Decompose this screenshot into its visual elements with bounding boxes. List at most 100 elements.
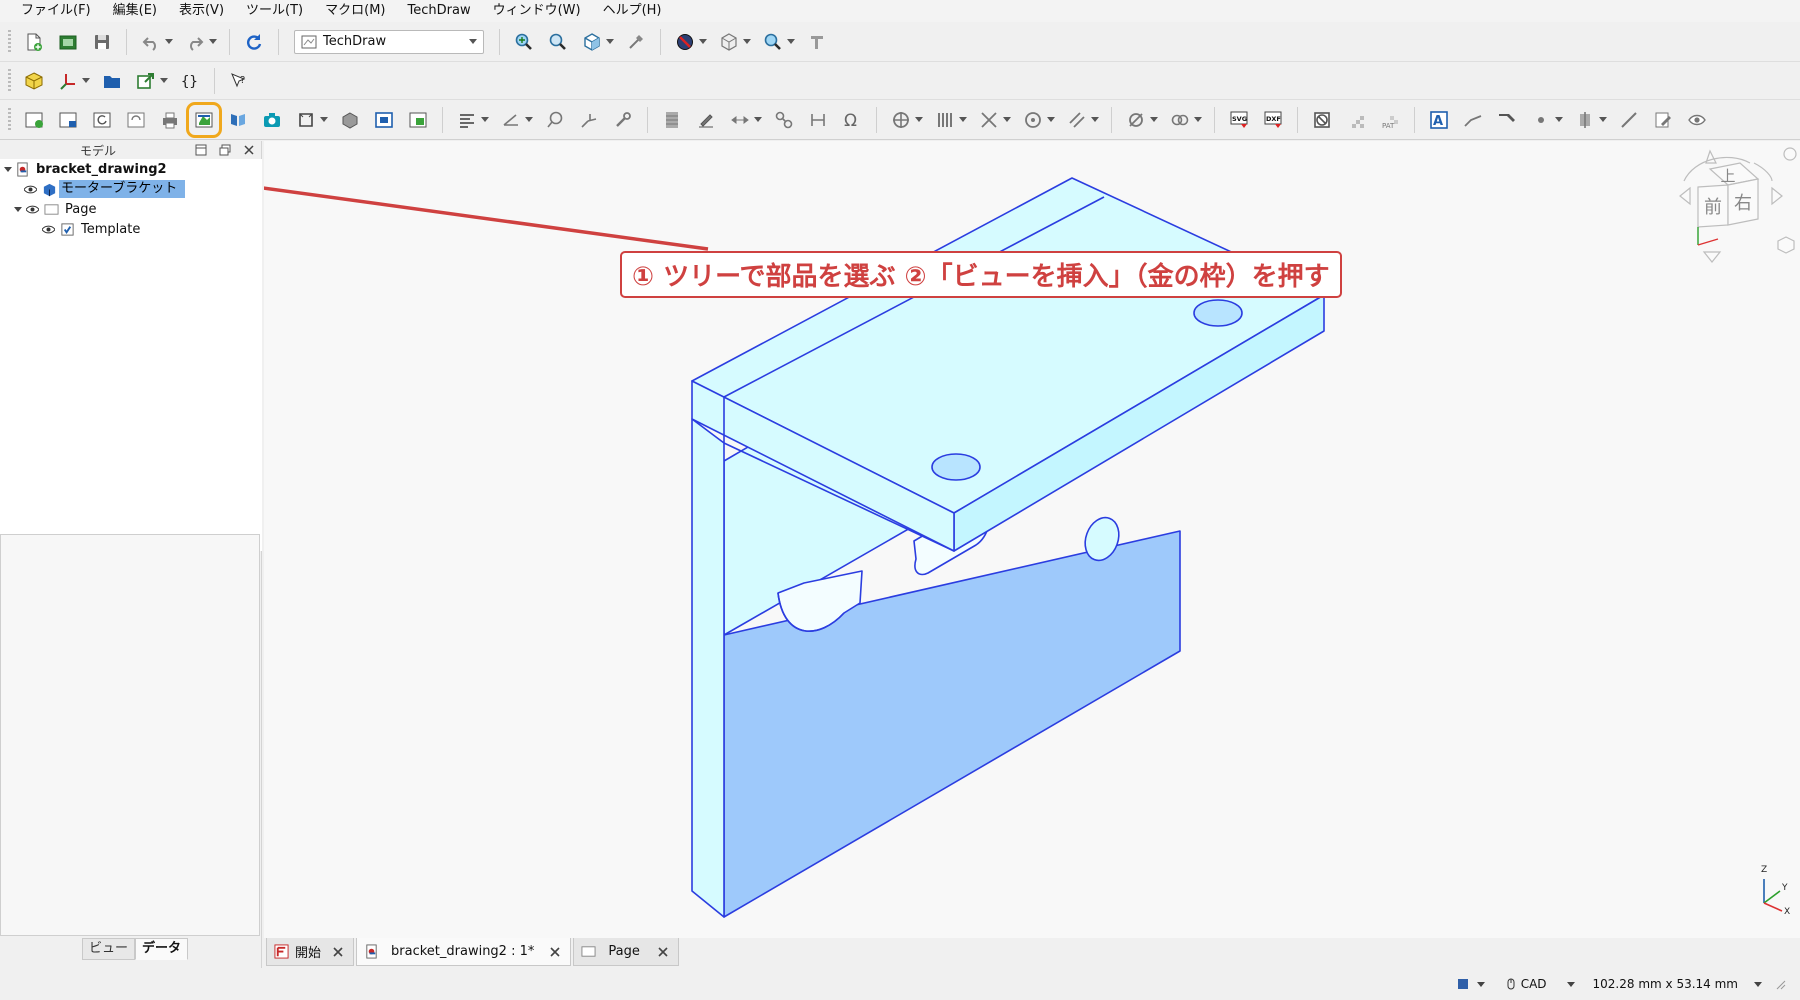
menu-file[interactable]: ファイル(F) [10, 0, 102, 22]
insert-projection-group-button[interactable] [293, 107, 319, 133]
insert-detail-view-button[interactable] [371, 107, 397, 133]
toolbar-grip[interactable] [8, 68, 11, 93]
menu-tools[interactable]: ツール(T) [235, 0, 314, 22]
intersection-button[interactable] [976, 107, 1002, 133]
export-svg-button[interactable]: SVG [1226, 107, 1252, 133]
radius-dimension-button[interactable] [542, 107, 568, 133]
insert-clip-group-button[interactable] [405, 107, 431, 133]
tab-start[interactable]: 開始 [266, 938, 355, 966]
menu-view[interactable]: 表示(V) [168, 0, 235, 22]
tree-item-document[interactable]: bracket_drawing2 [2, 159, 167, 179]
centerline-dropdown[interactable] [914, 107, 924, 133]
panel-float-button[interactable] [194, 143, 208, 157]
nav-small-cube-icon[interactable] [1777, 236, 1795, 254]
tree-item-template[interactable]: Template [40, 219, 140, 239]
measure-button[interactable] [623, 29, 649, 55]
link-dropdown[interactable] [159, 68, 169, 94]
bounding-box-dropdown[interactable] [742, 29, 752, 55]
draw-style-status[interactable] [1457, 978, 1487, 990]
zoom-dropdown[interactable] [786, 29, 796, 55]
insert-section-view-button[interactable] [337, 107, 363, 133]
align-button[interactable] [454, 107, 480, 133]
menu-macro[interactable]: マクロ(M) [314, 0, 396, 22]
zoom-button[interactable] [760, 29, 786, 55]
cosmetic-dropdown[interactable] [958, 107, 968, 133]
create-group-button[interactable] [99, 68, 125, 94]
export-dxf-button[interactable]: DXF [1260, 107, 1286, 133]
line-dropdown[interactable] [1090, 107, 1100, 133]
menu-help[interactable]: ヘルプ(H) [592, 0, 673, 22]
thread-dropdown[interactable] [1193, 107, 1203, 133]
panel-undock-button[interactable] [218, 143, 232, 157]
new-document-button[interactable] [21, 29, 47, 55]
coordinate-dropdown[interactable] [81, 68, 91, 94]
fit-selection-button[interactable] [545, 29, 571, 55]
dimension-status[interactable]: 102.28 mm x 53.14 mm [1593, 977, 1764, 991]
whats-this-button[interactable]: ? [226, 68, 252, 94]
undo-button[interactable] [138, 29, 164, 55]
close-icon[interactable] [548, 945, 562, 959]
tab-view[interactable]: ビュー [82, 938, 136, 960]
visibility-eye-icon[interactable] [40, 223, 56, 235]
menu-techdraw[interactable]: TechDraw [397, 0, 482, 22]
pat-hatch-button[interactable]: PAT [1377, 107, 1403, 133]
nav-arrow-left-icon[interactable] [1679, 186, 1691, 206]
angle-dropdown[interactable] [524, 107, 534, 133]
create-part-button[interactable] [21, 68, 47, 94]
diameter-dropdown[interactable] [1149, 107, 1159, 133]
insert-active-view-button[interactable] [259, 107, 285, 133]
close-icon[interactable] [656, 945, 670, 959]
insert-page-template-button[interactable] [55, 107, 81, 133]
menu-window[interactable]: ウィンドウ(W) [482, 0, 592, 22]
vertex-dropdown[interactable] [1554, 107, 1564, 133]
cosmetic-button[interactable] [932, 107, 958, 133]
workbench-selector[interactable]: TechDraw [294, 29, 484, 54]
close-icon[interactable] [331, 945, 345, 959]
insert-default-page-button[interactable] [21, 107, 47, 133]
resize-grip[interactable] [1774, 978, 1786, 990]
chain-dimension-button[interactable] [771, 107, 797, 133]
redo-dropdown[interactable] [208, 29, 218, 55]
leader-line-button[interactable] [1460, 107, 1486, 133]
balloon-button[interactable] [1494, 107, 1520, 133]
circle-button[interactable] [1020, 107, 1046, 133]
create-coordinate-system-button[interactable] [55, 68, 81, 94]
midpoints-dropdown[interactable] [1598, 107, 1608, 133]
variable-set-button[interactable]: {} [177, 68, 203, 94]
cosmetic-vertex-button[interactable] [1528, 107, 1554, 133]
insert-view-button[interactable] [186, 101, 222, 138]
navigation-style-status[interactable]: CAD [1505, 977, 1577, 991]
tab-data[interactable]: データ [135, 938, 189, 960]
link-button[interactable] [133, 68, 159, 94]
print-all-button[interactable] [123, 107, 149, 133]
annotation-button[interactable]: A [1426, 107, 1452, 133]
circle-dropdown[interactable] [1046, 107, 1056, 133]
measure-tool-button[interactable] [804, 29, 830, 55]
nav-arrow-right-icon[interactable] [1771, 186, 1783, 206]
open-button[interactable] [55, 29, 81, 55]
tool-button[interactable] [610, 107, 636, 133]
undo-dropdown[interactable] [164, 29, 174, 55]
align-dropdown[interactable] [480, 107, 490, 133]
visibility-eye-icon[interactable] [24, 203, 40, 215]
3d-viewport[interactable]: ① ツリーで部品を選ぶ ②「ビューを挿入」（金の枠）を押す 上 前 右 Z Y … [264, 141, 1800, 938]
menu-edit[interactable]: 編集(E) [102, 0, 168, 22]
navigation-cube[interactable]: 上 前 右 [1654, 141, 1800, 271]
visibility-eye-icon[interactable] [22, 183, 38, 195]
projection-dropdown[interactable] [319, 107, 329, 133]
save-button[interactable] [89, 29, 115, 55]
edit-button[interactable] [1650, 107, 1676, 133]
linear-dimension-button[interactable] [693, 107, 719, 133]
tab-page[interactable]: Page [573, 938, 679, 966]
extent-dimension-button[interactable] [805, 107, 831, 133]
line-button[interactable] [1064, 107, 1090, 133]
nav-menu-icon[interactable] [1783, 147, 1797, 161]
tab-document[interactable]: bracket_drawing2 : 1* [356, 938, 572, 966]
expand-toggle-icon[interactable] [12, 203, 24, 215]
hatch-face-button[interactable] [659, 107, 685, 133]
print-button[interactable] [157, 107, 183, 133]
expand-toggle-icon[interactable] [2, 163, 14, 175]
standard-views-button[interactable] [579, 29, 605, 55]
insert-broken-view-button[interactable] [225, 107, 251, 133]
leader-button[interactable] [576, 107, 602, 133]
